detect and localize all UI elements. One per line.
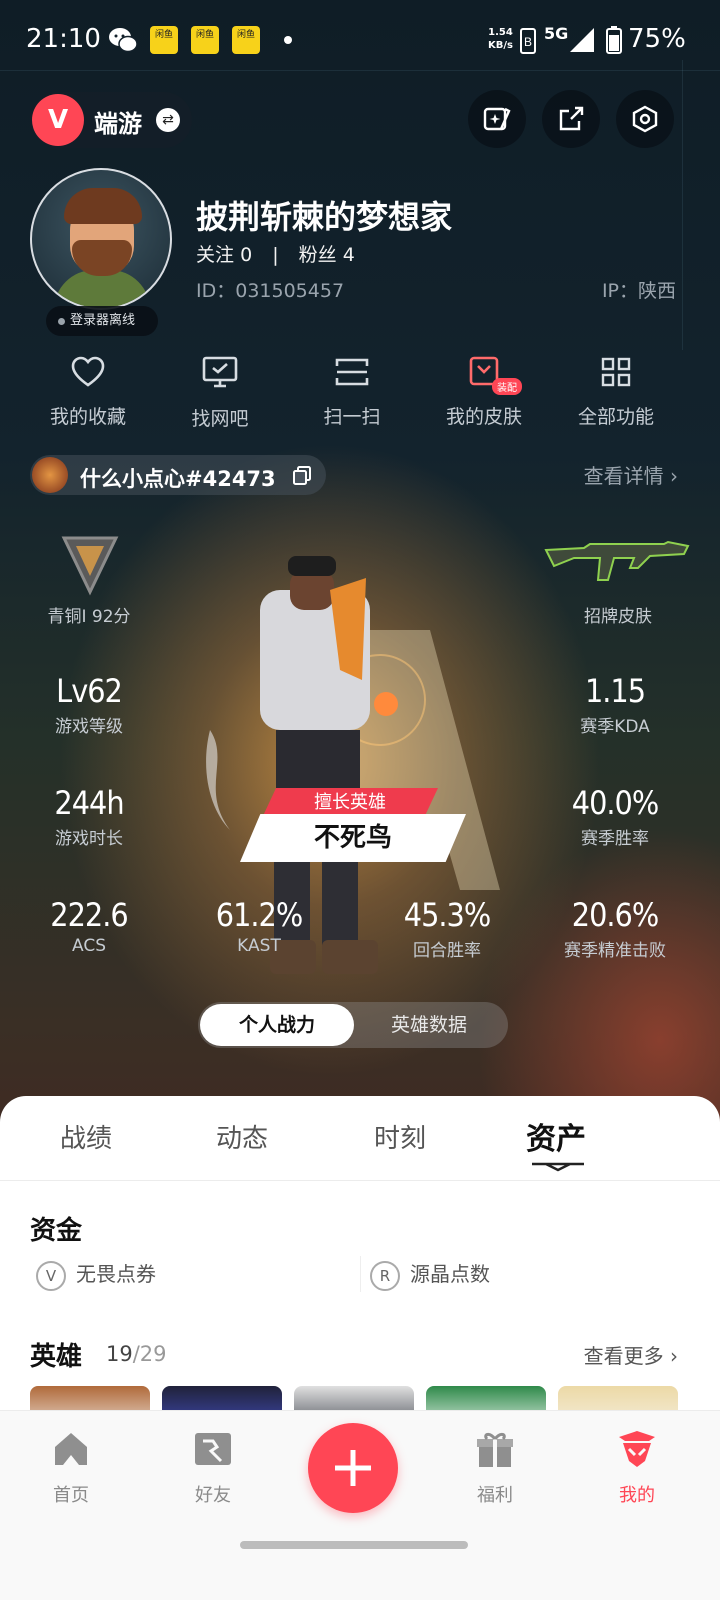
bottom-navigation: 首页 好友 福利 我的 bbox=[0, 1410, 720, 1600]
battery-percent: 75% bbox=[628, 24, 686, 54]
stat-winrate: 40.0% 赛季胜率 bbox=[571, 784, 659, 849]
active-tab-indicator bbox=[532, 1162, 584, 1172]
network-type: 5G bbox=[544, 24, 569, 43]
skin-label: 招牌皮肤 bbox=[584, 607, 652, 627]
vp-icon: V bbox=[36, 1260, 66, 1291]
nav-me[interactable]: 我的 bbox=[592, 1429, 682, 1507]
best-hero-name[interactable]: 不死鸟 bbox=[240, 814, 466, 862]
toggle-personal-power[interactable]: 个人战力 bbox=[200, 1004, 354, 1046]
bronze-rank-icon bbox=[61, 536, 119, 596]
equip-badge: 装配 bbox=[492, 378, 522, 395]
network-speed: 1.54 KB/s bbox=[488, 27, 513, 51]
ip-location: IP：陕西 bbox=[601, 280, 676, 302]
gear-icon bbox=[632, 105, 658, 133]
friends-icon bbox=[195, 1433, 231, 1465]
rank-label: 青铜I 92分 bbox=[47, 607, 131, 627]
toggle-hero-data[interactable]: 英雄数据 bbox=[352, 1002, 506, 1048]
share-button[interactable] bbox=[542, 90, 600, 148]
nav-home[interactable]: 首页 bbox=[26, 1429, 116, 1507]
fund-radianite-points[interactable]: R 源晶点数 bbox=[370, 1258, 490, 1291]
signal-icon bbox=[570, 28, 594, 52]
view-more-heroes-link[interactable]: 查看更多 › bbox=[584, 1340, 678, 1369]
swap-icon: ⇄ bbox=[156, 108, 180, 132]
tab-feed[interactable]: 动态 bbox=[216, 1118, 268, 1155]
rifle-skin-icon bbox=[544, 540, 690, 581]
battery-icon bbox=[606, 26, 622, 54]
follow-stats: 关注 0 | 粉丝 4 bbox=[196, 244, 355, 266]
monitor-icon bbox=[202, 356, 238, 388]
tab-records[interactable]: 战绩 bbox=[60, 1118, 112, 1155]
tab-assets[interactable]: 资产 bbox=[526, 1114, 586, 1158]
xianyu-app-icon: 闲鱼 bbox=[191, 26, 219, 54]
app-switcher-label: 端游 bbox=[94, 110, 142, 138]
tab-moments[interactable]: 时刻 bbox=[374, 1118, 426, 1155]
view-details-link[interactable]: 查看详情 › bbox=[584, 460, 678, 489]
quick-action-all[interactable]: 全部功能 bbox=[556, 356, 676, 429]
chevron-right-icon: › bbox=[670, 464, 678, 488]
edit-sparkle-icon bbox=[483, 107, 511, 131]
gesture-home-bar[interactable] bbox=[240, 1541, 468, 1549]
divider bbox=[0, 1180, 720, 1181]
scan-icon bbox=[335, 358, 369, 386]
sim-card-icon: B bbox=[520, 28, 536, 54]
funds-title: 资金 bbox=[30, 1216, 83, 1246]
app-switcher[interactable]: V 端游 ⇄ bbox=[30, 92, 192, 148]
riot-id: 什么小点心#42473 bbox=[80, 467, 276, 491]
heroes-count: 19/29 bbox=[106, 1342, 167, 1366]
xianyu-app-icon: 闲鱼 bbox=[232, 26, 260, 54]
xianyu-app-icon: 闲鱼 bbox=[150, 26, 178, 54]
plus-icon bbox=[335, 1450, 371, 1486]
wechat-icon bbox=[109, 28, 138, 53]
nickname: 披荆斩棘的梦想家 bbox=[196, 198, 453, 236]
quick-action-favorites[interactable]: 我的收藏 bbox=[28, 356, 148, 429]
copy-icon[interactable] bbox=[292, 465, 312, 485]
stat-playtime: 244h 游戏时长 bbox=[54, 784, 124, 849]
valorant-logo-icon: V bbox=[32, 94, 84, 146]
grid-icon bbox=[601, 357, 631, 387]
fans-item[interactable]: 粉丝 4 bbox=[299, 244, 355, 266]
login-status-badge: 登录器离线 bbox=[46, 306, 158, 336]
stat-level: Lv62 游戏等级 bbox=[55, 672, 123, 737]
edit-post-button[interactable] bbox=[468, 90, 526, 148]
home-icon bbox=[55, 1433, 87, 1465]
quick-action-netcafe[interactable]: 找网吧 bbox=[160, 356, 280, 431]
user-id: ID：031505457 bbox=[196, 280, 345, 302]
divider bbox=[360, 1256, 361, 1292]
game-avatar bbox=[32, 457, 68, 493]
create-post-button[interactable] bbox=[308, 1423, 398, 1513]
avatar[interactable] bbox=[30, 168, 172, 310]
me-icon bbox=[619, 1431, 655, 1467]
riot-id-chip[interactable]: 什么小点心#42473 bbox=[30, 455, 326, 495]
follow-item[interactable]: 关注 0 bbox=[196, 244, 252, 266]
radianite-icon: R bbox=[370, 1260, 400, 1291]
stat-acs: 222.6 ACS bbox=[50, 896, 128, 956]
settings-button[interactable] bbox=[616, 90, 674, 148]
quick-action-skins[interactable]: 装配 我的皮肤 bbox=[424, 356, 544, 429]
quick-action-scan[interactable]: 扫一扫 bbox=[292, 356, 412, 429]
share-icon bbox=[559, 106, 584, 131]
stat-round-winrate: 45.3% 回合胜率 bbox=[403, 896, 491, 961]
stats-mode-toggle[interactable]: 英雄数据 个人战力 bbox=[198, 1002, 508, 1048]
stat-precision-kill: 20.6% 赛季精准击败 bbox=[564, 896, 666, 961]
gift-icon bbox=[477, 1432, 513, 1467]
heart-icon bbox=[71, 356, 105, 387]
nav-friends[interactable]: 好友 bbox=[168, 1429, 258, 1507]
nav-welfare[interactable]: 福利 bbox=[450, 1429, 540, 1507]
fund-valorant-points[interactable]: V 无畏点券 bbox=[36, 1258, 156, 1291]
best-hero-tag: 擅长英雄 bbox=[262, 788, 438, 818]
chevron-right-icon: › bbox=[670, 1344, 678, 1368]
status-bar: 21:10 闲鱼 闲鱼 闲鱼 1.54 KB/s B 5G 75% bbox=[0, 0, 720, 80]
heroes-title: 英雄 bbox=[30, 1342, 83, 1372]
stat-kast: 61.2% KAST bbox=[215, 896, 303, 956]
notification-dot bbox=[284, 36, 292, 44]
stat-kda: 1.15 赛季KDA bbox=[580, 672, 650, 737]
status-time: 21:10 bbox=[26, 24, 101, 54]
svg-text:B: B bbox=[524, 35, 532, 49]
decor-line bbox=[682, 60, 683, 350]
